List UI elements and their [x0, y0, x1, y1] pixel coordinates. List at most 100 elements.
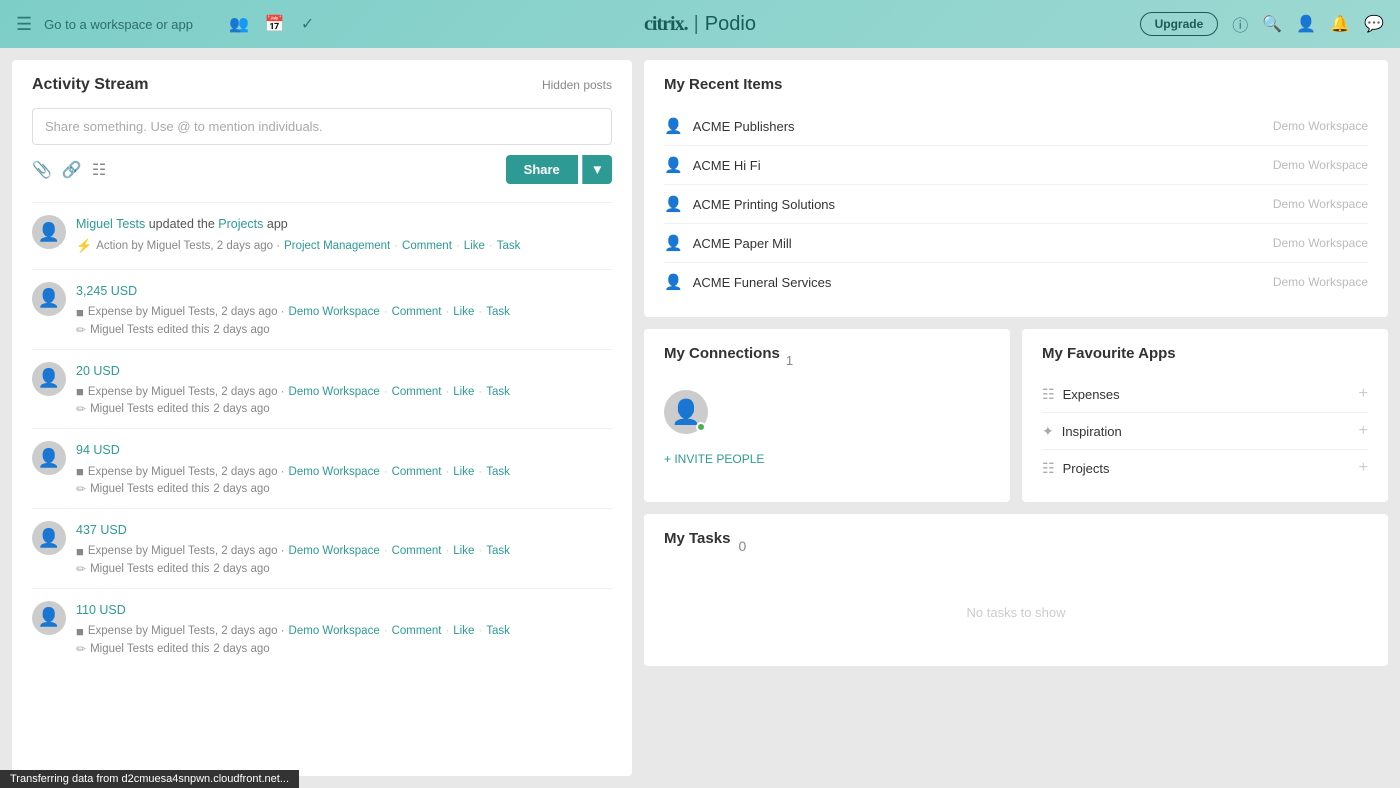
comment-link[interactable]: Comment: [392, 545, 442, 557]
expense-link[interactable]: 110 USD: [76, 603, 126, 617]
task-link[interactable]: Task: [486, 545, 510, 557]
attach-file-icon[interactable]: 📎: [32, 160, 52, 180]
recent-item[interactable]: 👤 ACME Funeral Services Demo Workspace: [664, 263, 1368, 301]
workspace-link[interactable]: Demo Workspace: [289, 306, 380, 318]
comment-link[interactable]: Comment: [392, 625, 442, 637]
workspace-link[interactable]: Demo Workspace: [289, 386, 380, 398]
upgrade-button[interactable]: Upgrade: [1140, 12, 1219, 36]
target-link[interactable]: Projects: [218, 217, 263, 231]
people-icon[interactable]: 👥: [229, 14, 249, 34]
edit-icon: ✏: [76, 642, 86, 656]
expense-link[interactable]: 94 USD: [76, 443, 120, 457]
activity-title-link: 110 USD: [76, 601, 612, 620]
expense-icon: ■: [76, 305, 84, 320]
expense-icon: ■: [76, 464, 84, 479]
add-app-button[interactable]: +: [1359, 385, 1368, 403]
share-button[interactable]: Share: [506, 155, 578, 184]
add-app-button[interactable]: +: [1359, 459, 1368, 477]
activity-meta: ■ Expense by Miguel Tests, 2 days ago · …: [76, 384, 612, 399]
connections-card: My Connections 1 👤 + INVITE PEOPLE: [644, 329, 1010, 502]
fav-app-item: ☷ Projects +: [1042, 450, 1368, 486]
fav-app-name[interactable]: Projects: [1063, 461, 1110, 476]
user-link[interactable]: Miguel Tests: [76, 217, 145, 231]
favourite-apps-card: My Favourite Apps ☷ Expenses + ✦ Inspira…: [1022, 329, 1388, 502]
share-input[interactable]: Share something. Use @ to mention indivi…: [32, 108, 612, 145]
hidden-posts-link[interactable]: Hidden posts: [542, 78, 612, 92]
help-icon[interactable]: ⓘ: [1232, 12, 1248, 36]
podio-logo: Podio: [705, 13, 756, 36]
like-link[interactable]: Like: [453, 625, 474, 637]
activity-title-link: 437 USD: [76, 521, 612, 540]
activity-content: 94 USD ■ Expense by Miguel Tests, 2 days…: [76, 441, 612, 496]
activity-stream-title: Activity Stream: [32, 76, 149, 94]
expense-link[interactable]: 437 USD: [76, 523, 127, 537]
task-link[interactable]: Task: [497, 240, 521, 252]
status-text: Transferring data from d2cmuesa4snpwn.cl…: [10, 773, 289, 785]
like-link[interactable]: Like: [453, 386, 474, 398]
activity-meta: ⚡ Action by Miguel Tests, 2 days ago · P…: [76, 238, 612, 254]
task-link[interactable]: Task: [486, 306, 510, 318]
comment-link[interactable]: Comment: [392, 306, 442, 318]
like-link[interactable]: Like: [453, 545, 474, 557]
edit-line: ✏ Miguel Tests edited this 2 days ago: [76, 562, 612, 576]
like-link[interactable]: Like: [453, 306, 474, 318]
goto-workspace-link[interactable]: Go to a workspace or app: [44, 17, 193, 32]
hamburger-icon[interactable]: ☰: [16, 14, 32, 35]
edit-line: ✏ Miguel Tests edited this 2 days ago: [76, 323, 612, 337]
connections-count: 1: [786, 353, 793, 368]
workspace-link[interactable]: Demo Workspace: [289, 466, 380, 478]
expense-icon: ■: [76, 384, 84, 399]
invite-people-link[interactable]: + INVITE PEOPLE: [664, 452, 990, 466]
expense-link[interactable]: 20 USD: [76, 364, 120, 378]
like-link[interactable]: Like: [464, 240, 485, 252]
notifications-icon[interactable]: 🔔: [1330, 14, 1350, 34]
recent-item-workspace: Demo Workspace: [1273, 158, 1368, 172]
activity-meta: ■ Expense by Miguel Tests, 2 days ago · …: [76, 544, 612, 559]
expense-icon: ■: [76, 624, 84, 639]
activity-title-link: 94 USD: [76, 441, 612, 460]
avatar: 👤: [32, 521, 66, 555]
activity-stream-header: Activity Stream Hidden posts: [32, 76, 612, 94]
recent-item-workspace: Demo Workspace: [1273, 119, 1368, 133]
format-icon[interactable]: ☷: [92, 160, 106, 180]
expense-link[interactable]: 3,245 USD: [76, 284, 137, 298]
right-panel: My Recent Items 👤 ACME Publishers Demo W…: [644, 60, 1388, 776]
edit-icon: ✏: [76, 402, 86, 416]
comment-link[interactable]: Comment: [392, 386, 442, 398]
tasks-icon[interactable]: ✓: [301, 14, 314, 34]
link-icon[interactable]: 🔗: [62, 160, 82, 180]
top-navigation: ☰ Go to a workspace or app 👥 📅 ✓ citrix.…: [0, 0, 1400, 48]
task-link[interactable]: Task: [486, 386, 510, 398]
recent-item-workspace: Demo Workspace: [1273, 236, 1368, 250]
workspace-link[interactable]: Project Management: [284, 240, 390, 252]
task-link[interactable]: Task: [486, 466, 510, 478]
projects-app-icon: ☷: [1042, 460, 1055, 477]
chat-icon[interactable]: 💬: [1364, 14, 1384, 34]
activity-content: 3,245 USD ■ Expense by Miguel Tests, 2 d…: [76, 282, 612, 337]
edit-line: ✏ Miguel Tests edited this 2 days ago: [76, 482, 612, 496]
recent-item[interactable]: 👤 ACME Hi Fi Demo Workspace: [664, 146, 1368, 185]
connection-user[interactable]: 👤: [664, 390, 708, 434]
profile-icon[interactable]: 👤: [1296, 14, 1316, 34]
recent-item[interactable]: 👤 ACME Publishers Demo Workspace: [664, 107, 1368, 146]
share-dropdown-button[interactable]: ▼: [582, 155, 612, 184]
task-link[interactable]: Task: [486, 625, 510, 637]
workspace-link[interactable]: Demo Workspace: [289, 545, 380, 557]
add-app-button[interactable]: +: [1359, 422, 1368, 440]
comment-link[interactable]: Comment: [392, 466, 442, 478]
calendar-icon[interactable]: 📅: [265, 14, 285, 34]
like-link[interactable]: Like: [453, 466, 474, 478]
logo-center: citrix. | Podio: [644, 13, 756, 36]
comment-link[interactable]: Comment: [402, 240, 452, 252]
search-icon[interactable]: 🔍: [1262, 14, 1282, 34]
edit-icon: ✏: [76, 562, 86, 576]
fav-app-name[interactable]: Inspiration: [1062, 424, 1122, 439]
fav-app-name[interactable]: Expenses: [1063, 387, 1120, 402]
expense-icon: ■: [76, 544, 84, 559]
nav-right: Upgrade ⓘ 🔍 👤 🔔 💬: [1140, 12, 1384, 36]
activity-content: 20 USD ■ Expense by Miguel Tests, 2 days…: [76, 362, 612, 417]
activity-title-link: 3,245 USD: [76, 282, 612, 301]
workspace-link[interactable]: Demo Workspace: [289, 625, 380, 637]
recent-item[interactable]: 👤 ACME Printing Solutions Demo Workspace: [664, 185, 1368, 224]
recent-item[interactable]: 👤 ACME Paper Mill Demo Workspace: [664, 224, 1368, 263]
